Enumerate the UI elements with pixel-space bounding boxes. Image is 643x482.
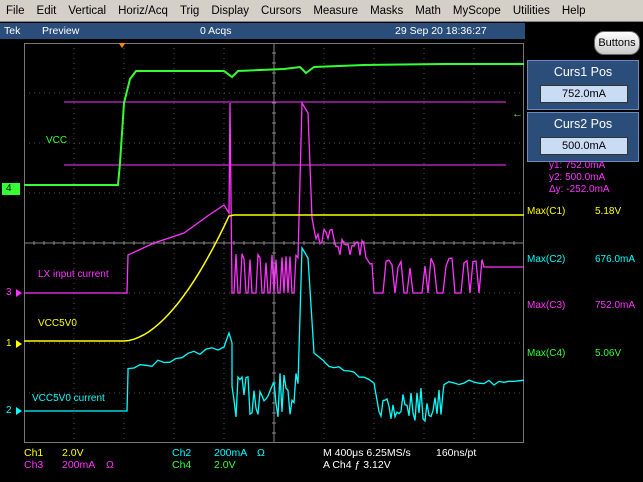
menu-file[interactable]: File xyxy=(0,5,31,17)
menu-trig[interactable]: Trig xyxy=(174,5,205,17)
ch2-name: Ch2 xyxy=(172,447,192,459)
menu-measure[interactable]: Measure xyxy=(307,5,364,17)
ch2-marker[interactable]: 2 xyxy=(2,405,24,417)
vcc5v0-current-label: VCC5V0 current xyxy=(32,393,105,404)
waveform-display[interactable]: VCC LX input current VCC5V0 VCC5V0 curre… xyxy=(24,43,524,443)
ch2-scale[interactable]: 200mA xyxy=(214,447,247,459)
curs1-pos-panel[interactable]: Curs1 Pos 752.0mA xyxy=(527,60,639,110)
status-bar: Tek Preview 0 Acqs 29 Sep 20 18:36:27 xyxy=(0,23,525,39)
ch3-scale[interactable]: 200mA xyxy=(62,459,95,471)
ch3-name: Ch3 xyxy=(24,459,44,471)
menu-cursors[interactable]: Cursors xyxy=(255,5,307,17)
cursor-y1-readout: y1: 752.0mA xyxy=(549,160,606,171)
brand-label: Tek xyxy=(4,25,21,37)
buttons-button[interactable]: Buttons xyxy=(594,31,640,55)
menu-horiz-acq[interactable]: Horiz/Acq xyxy=(112,5,174,17)
cursor-y2-readout: y2: 500.0mA xyxy=(549,172,606,183)
channel-info-bar[interactable]: Ch1 2.0V Ch3 200mA Ω Ch2 200mA Ω Ch4 2.0… xyxy=(0,444,525,482)
menu-masks[interactable]: Masks xyxy=(364,5,409,17)
menu-help[interactable]: Help xyxy=(556,5,592,17)
menu-myscope[interactable]: MyScope xyxy=(447,5,507,17)
ch3-marker[interactable]: 3 xyxy=(2,287,24,299)
sample-interval: 160ns/pt xyxy=(436,447,477,459)
ch1-scale[interactable]: 2.0V xyxy=(62,447,84,459)
waveform-svg xyxy=(24,43,524,443)
curs2-title: Curs2 Pos xyxy=(553,117,613,131)
curs2-value-field[interactable]: 500.0mA xyxy=(540,137,628,155)
trigger-setting[interactable]: A Ch4 ƒ 3.12V xyxy=(323,459,391,471)
menu-display[interactable]: Display xyxy=(205,5,255,17)
ch2-unit: Ω xyxy=(257,447,265,459)
menu-vertical[interactable]: Vertical xyxy=(62,5,112,17)
menu-edit[interactable]: Edit xyxy=(31,5,63,17)
timebase[interactable]: M 400μs 6.25MS/s xyxy=(323,447,411,459)
ch4-scale[interactable]: 2.0V xyxy=(214,459,236,471)
ch4-name: Ch4 xyxy=(172,459,192,471)
lx-current-label: LX input current xyxy=(38,269,109,280)
menu-math[interactable]: Math xyxy=(409,5,447,17)
trigger-level-icon: ← xyxy=(512,108,523,120)
curs1-value-field[interactable]: 752.0mA xyxy=(540,85,628,103)
vcc-label: VCC xyxy=(46,135,68,146)
acq-count: 0 Acqs xyxy=(200,25,232,37)
datetime: 29 Sep 20 18:36:27 xyxy=(395,25,487,37)
menu-utilities[interactable]: Utilities xyxy=(507,5,556,17)
ch1-name: Ch1 xyxy=(24,447,44,459)
menu-bar: File Edit Vertical Horiz/Acq Trig Displa… xyxy=(0,0,643,22)
ch1-marker[interactable]: 1 xyxy=(2,338,24,350)
ch4-marker[interactable]: 4 xyxy=(2,183,20,195)
trigger-position-icon xyxy=(118,43,126,48)
curs2-pos-panel[interactable]: Curs2 Pos 500.0mA xyxy=(527,112,639,162)
curs1-title: Curs1 Pos xyxy=(553,65,613,79)
cursor-dy-readout: Δy: -252.0mA xyxy=(549,184,610,195)
acq-mode: Preview xyxy=(42,25,80,37)
ch3-unit: Ω xyxy=(106,459,114,471)
vcc5v0-label: VCC5V0 xyxy=(38,318,77,329)
